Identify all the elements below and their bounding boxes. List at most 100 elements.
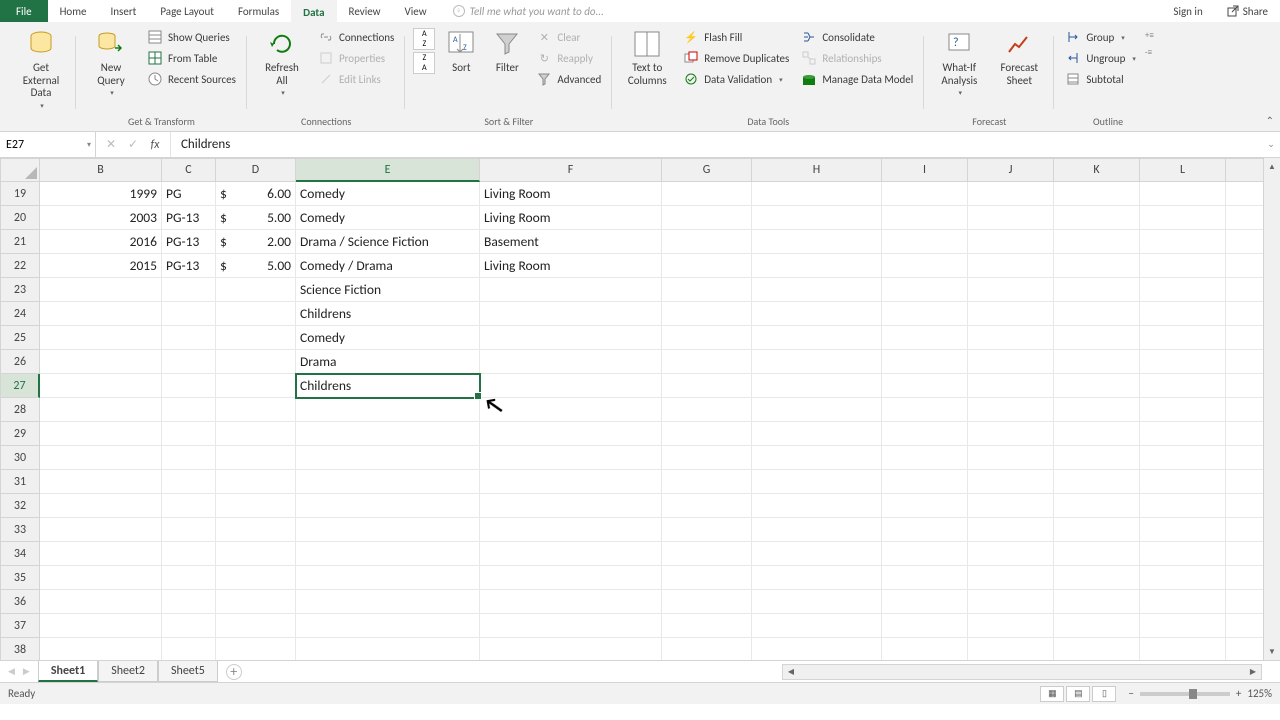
cell-G21[interactable] (662, 230, 752, 254)
collapse-ribbon-icon[interactable]: ⌃ (1266, 114, 1274, 127)
scroll-down-icon[interactable]: ▼ (1264, 643, 1280, 660)
cell-D30[interactable] (216, 446, 296, 470)
cell-D22[interactable]: $5.00 (216, 254, 296, 278)
cell-L38[interactable] (1140, 638, 1226, 660)
col-header-I[interactable]: I (882, 158, 968, 182)
cell-K29[interactable] (1054, 422, 1140, 446)
cell-L26[interactable] (1140, 350, 1226, 374)
outline-collapse-icon[interactable]: -≡ (1145, 47, 1154, 58)
cell-F35[interactable] (480, 566, 662, 590)
cell-E36[interactable] (296, 590, 480, 614)
cell-D25[interactable] (216, 326, 296, 350)
cell-G36[interactable] (662, 590, 752, 614)
cell-K37[interactable] (1054, 614, 1140, 638)
cell-I30[interactable] (882, 446, 968, 470)
cell-K23[interactable] (1054, 278, 1140, 302)
cell-D20[interactable]: $5.00 (216, 206, 296, 230)
cell-I28[interactable] (882, 398, 968, 422)
col-header-J[interactable]: J (968, 158, 1054, 182)
cell-I31[interactable] (882, 470, 968, 494)
cell-C30[interactable] (162, 446, 216, 470)
cell-B20[interactable]: 2003 (40, 206, 162, 230)
formula-input[interactable]: Childrens (171, 132, 1262, 157)
cell-D32[interactable] (216, 494, 296, 518)
cell-E25[interactable]: Comedy (296, 326, 480, 350)
cell-E30[interactable] (296, 446, 480, 470)
cell-K24[interactable] (1054, 302, 1140, 326)
cell-K35[interactable] (1054, 566, 1140, 590)
cell-B33[interactable] (40, 518, 162, 542)
cell-C19[interactable]: PG (162, 182, 216, 206)
add-sheet-button[interactable]: + (226, 664, 242, 680)
row-header-35[interactable]: 35 (0, 566, 40, 590)
scroll-right-icon[interactable]: ▶ (1245, 667, 1261, 677)
cell-F26[interactable] (480, 350, 662, 374)
cell-F21[interactable]: Basement (480, 230, 662, 254)
cell-C34[interactable] (162, 542, 216, 566)
cell-J34[interactable] (968, 542, 1054, 566)
zoom-out-icon[interactable]: − (1128, 687, 1133, 700)
tab-review[interactable]: Review (337, 0, 393, 22)
cell-L25[interactable] (1140, 326, 1226, 350)
cell-K31[interactable] (1054, 470, 1140, 494)
cell-J22[interactable] (968, 254, 1054, 278)
cell-G32[interactable] (662, 494, 752, 518)
expand-formula-bar-icon[interactable]: ⌄ (1262, 139, 1280, 150)
cell-B29[interactable] (40, 422, 162, 446)
cell-L20[interactable] (1140, 206, 1226, 230)
zoom-slider[interactable] (1140, 692, 1230, 696)
cell-F33[interactable] (480, 518, 662, 542)
cell-K25[interactable] (1054, 326, 1140, 350)
tab-insert[interactable]: Insert (99, 0, 149, 22)
cell-B27[interactable] (40, 374, 162, 398)
cell-F24[interactable] (480, 302, 662, 326)
show-queries-button[interactable]: Show Queries (144, 28, 239, 46)
cell-G31[interactable] (662, 470, 752, 494)
cell-B31[interactable] (40, 470, 162, 494)
page-break-view-button[interactable]: ▯ (1092, 686, 1116, 702)
cell-D33[interactable] (216, 518, 296, 542)
row-header-30[interactable]: 30 (0, 446, 40, 470)
cell-E26[interactable]: Drama (296, 350, 480, 374)
cell-K20[interactable] (1054, 206, 1140, 230)
subtotal-button[interactable]: Subtotal (1062, 70, 1139, 88)
cell-E21[interactable]: Drama / Science Fiction (296, 230, 480, 254)
cell-H21[interactable] (752, 230, 882, 254)
zoom-in-icon[interactable]: + (1236, 687, 1241, 700)
cell-H24[interactable] (752, 302, 882, 326)
sheet-tab-1[interactable]: Sheet1 (38, 661, 98, 682)
cell-J26[interactable] (968, 350, 1054, 374)
col-header-L[interactable]: L (1140, 158, 1226, 182)
cell-K28[interactable] (1054, 398, 1140, 422)
row-header-38[interactable]: 38 (0, 638, 40, 660)
cell-H28[interactable] (752, 398, 882, 422)
from-table-button[interactable]: From Table (144, 49, 239, 67)
cell-H32[interactable] (752, 494, 882, 518)
cell-E32[interactable] (296, 494, 480, 518)
cell-G29[interactable] (662, 422, 752, 446)
cell-H38[interactable] (752, 638, 882, 660)
cell-E31[interactable] (296, 470, 480, 494)
col-header-F[interactable]: F (480, 158, 662, 182)
cell-I35[interactable] (882, 566, 968, 590)
cell-L35[interactable] (1140, 566, 1226, 590)
cell-K32[interactable] (1054, 494, 1140, 518)
cell-F34[interactable] (480, 542, 662, 566)
cell-I29[interactable] (882, 422, 968, 446)
col-header-H[interactable]: H (752, 158, 882, 182)
cell-F36[interactable] (480, 590, 662, 614)
new-query-button[interactable]: New Query▾ (84, 26, 138, 97)
cell-J25[interactable] (968, 326, 1054, 350)
recent-sources-button[interactable]: Recent Sources (144, 70, 239, 88)
fx-icon[interactable]: fx (144, 138, 166, 152)
cell-F32[interactable] (480, 494, 662, 518)
cell-C38[interactable] (162, 638, 216, 660)
row-header-31[interactable]: 31 (0, 470, 40, 494)
cell-G27[interactable] (662, 374, 752, 398)
cell-G22[interactable] (662, 254, 752, 278)
cell-C27[interactable] (162, 374, 216, 398)
cell-I37[interactable] (882, 614, 968, 638)
row-header-37[interactable]: 37 (0, 614, 40, 638)
cell-G25[interactable] (662, 326, 752, 350)
normal-view-button[interactable]: ▦ (1040, 686, 1064, 702)
